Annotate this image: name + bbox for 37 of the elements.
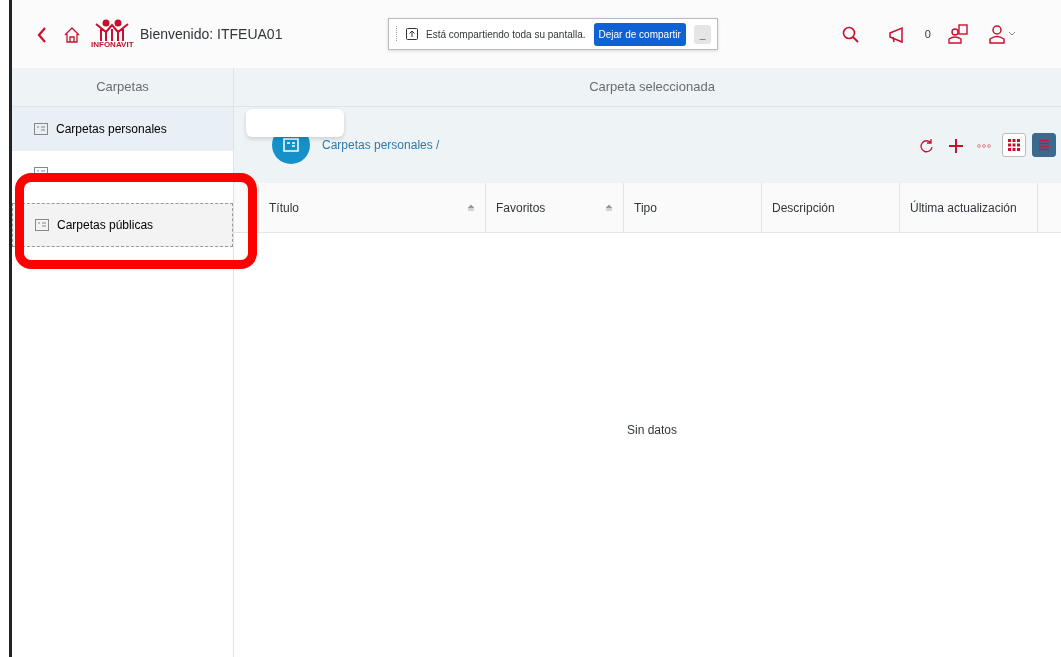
column-header[interactable]: Favoritos bbox=[486, 183, 624, 232]
sidebar-title: Carpetas bbox=[12, 68, 233, 107]
column-header[interactable]: Título bbox=[258, 183, 486, 232]
folder-icon bbox=[35, 219, 49, 231]
plus-icon bbox=[948, 139, 963, 154]
grid-view-button[interactable] bbox=[1001, 133, 1026, 157]
grid-icon bbox=[1007, 139, 1020, 151]
welcome-text: Bienvenido: ITFEUA01 bbox=[140, 24, 283, 44]
refresh-icon bbox=[920, 138, 934, 155]
person-icon bbox=[988, 24, 1005, 44]
panel-title: Carpeta seleccionada bbox=[234, 68, 1061, 107]
document-icon bbox=[283, 138, 299, 152]
column-header[interactable]: Tipo bbox=[624, 183, 762, 232]
sidebar-item[interactable]: Carpetas personales bbox=[12, 107, 233, 151]
home-icon bbox=[62, 25, 81, 44]
column-header[interactable]: Última actualización bbox=[900, 183, 1038, 232]
minimize-button[interactable]: _ bbox=[693, 24, 712, 44]
notification-count: 0 bbox=[924, 26, 931, 42]
list-icon bbox=[1039, 139, 1049, 151]
logo-text: INFONAVIT bbox=[91, 41, 134, 49]
more-icon bbox=[977, 144, 991, 149]
caret-icon bbox=[1008, 31, 1016, 37]
share-message: Está compartiendo toda su pantalla. bbox=[426, 27, 586, 42]
sort-icon bbox=[605, 204, 613, 211]
grip-icon bbox=[395, 26, 398, 42]
chevron-left-icon bbox=[36, 25, 48, 44]
sidebar-item[interactable]: Carpetas públicas bbox=[12, 203, 233, 247]
empty-message: Sin datos bbox=[626, 422, 677, 439]
users-icon bbox=[947, 24, 968, 45]
people-logo-icon bbox=[95, 19, 130, 41]
search-icon bbox=[842, 25, 861, 44]
stop-sharing-button[interactable]: Dejar de compartir bbox=[593, 22, 686, 46]
breadcrumb-link[interactable]: Carpetas personales / bbox=[322, 136, 440, 154]
folder-icon bbox=[34, 123, 48, 135]
share-screen-icon bbox=[406, 28, 418, 40]
column-header[interactable]: Descripción bbox=[762, 183, 900, 232]
sort-icon bbox=[467, 204, 475, 211]
